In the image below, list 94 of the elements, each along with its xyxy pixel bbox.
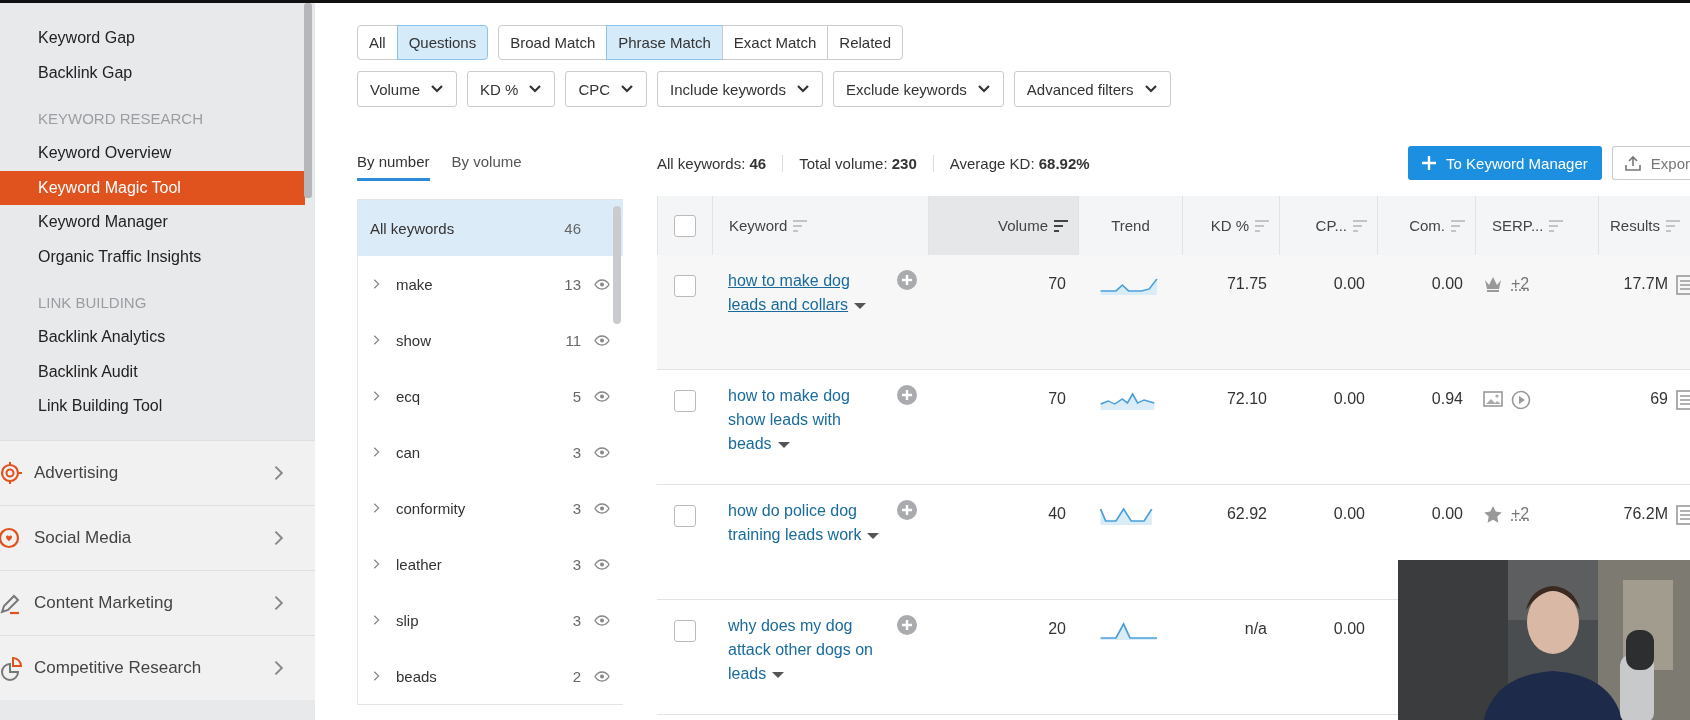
table-cell: 76.2M	[1623, 505, 1668, 523]
scrollbar[interactable]	[304, 3, 312, 198]
nav-item[interactable]: Backlink Gap	[0, 55, 305, 90]
add-icon[interactable]	[896, 384, 918, 406]
sort-icon[interactable]	[1054, 219, 1068, 232]
upload-icon	[1624, 155, 1641, 171]
keyword-link[interactable]: how to make dog show leads with beads	[728, 384, 888, 456]
image-icon	[1483, 390, 1503, 408]
keyword-group[interactable]: All keywords 46	[358, 200, 623, 256]
eye-icon[interactable]	[594, 334, 610, 346]
add-icon[interactable]	[896, 269, 918, 291]
table-cell: 69	[1650, 390, 1668, 408]
add-icon[interactable]	[896, 499, 918, 521]
group-tab[interactable]: By volume	[451, 153, 522, 181]
filter-dropdown[interactable]: Include keywords	[657, 71, 823, 107]
star-icon	[1483, 505, 1503, 524]
play-icon	[1511, 390, 1531, 410]
nav-item[interactable]: Keyword Gap	[0, 21, 305, 56]
stat-text: Total volume: 230	[782, 154, 933, 172]
match-tab[interactable]: Exact Match	[721, 25, 829, 60]
section-heading: LINK BUILDING	[37, 293, 148, 313]
match-tab[interactable]: Related	[827, 25, 904, 60]
caret-icon[interactable]	[777, 440, 790, 449]
eye-icon[interactable]	[594, 278, 610, 290]
table-cell: 70	[1048, 275, 1066, 293]
export-button[interactable]: Expor	[1611, 146, 1690, 180]
table-cell: 0.00	[1333, 275, 1365, 293]
more-features-link[interactable]: +2	[1511, 275, 1530, 293]
pie-chart-icon	[0, 655, 24, 681]
document-icon[interactable]	[1676, 275, 1690, 295]
nav-item[interactable]: Backlink Audit	[0, 354, 305, 389]
keyword-link[interactable]: why does my dog attack other dogs on leads	[728, 614, 888, 686]
match-tab[interactable]: Broad Match	[498, 25, 608, 60]
checkbox[interactable]	[673, 275, 696, 297]
table-cell: 72.10	[1226, 390, 1267, 408]
eye-icon[interactable]	[594, 670, 610, 682]
eye-icon[interactable]	[594, 446, 610, 458]
table-cell: n/a	[1244, 620, 1267, 638]
eye-icon[interactable]	[594, 390, 610, 402]
nav-item[interactable]: Link Building Tool	[0, 389, 305, 424]
caret-icon[interactable]	[867, 531, 880, 540]
checkbox[interactable]	[673, 620, 696, 642]
filter-dropdown[interactable]: Volume	[357, 71, 458, 107]
eye-icon[interactable]	[594, 558, 610, 570]
table-cell: 17.7M	[1623, 275, 1668, 293]
table-cell: 0.00	[1431, 275, 1463, 293]
caret-icon[interactable]	[854, 301, 867, 310]
stat-text: Average KD: 68.92%	[932, 154, 1106, 172]
nav-item[interactable]: Keyword Magic Tool	[0, 170, 305, 205]
nav-item[interactable]: Organic Traffic Insights	[0, 239, 305, 274]
target-icon	[0, 460, 24, 486]
crown-icon	[1483, 275, 1503, 293]
nav-category[interactable]: Content Marketing	[0, 570, 315, 635]
filter-dropdown[interactable]: CPC	[565, 71, 648, 107]
document-icon[interactable]	[1676, 505, 1690, 525]
table-cell: 0.00	[1333, 390, 1365, 408]
table-cell: 20	[1048, 620, 1066, 638]
eye-icon[interactable]	[594, 614, 610, 626]
group-tab[interactable]: By number	[357, 153, 430, 181]
checkbox[interactable]	[674, 214, 696, 237]
checkbox[interactable]	[673, 390, 696, 412]
scrollbar[interactable]	[613, 206, 621, 324]
table-cell: 0.00	[1333, 620, 1365, 638]
keyword-link[interactable]: how to make dog leads and collars	[728, 269, 888, 317]
match-tab[interactable]: Questions	[396, 25, 489, 60]
caret-icon[interactable]	[772, 670, 785, 679]
table-cell: 0.00	[1431, 505, 1463, 523]
more-features-link[interactable]: +2	[1511, 505, 1530, 523]
nav-category[interactable]: Competitive Research	[0, 635, 315, 700]
keyword-link[interactable]: how do police dog training leads work	[728, 499, 888, 547]
table-cell: 71.75	[1226, 275, 1267, 293]
table-cell: 70	[1048, 390, 1066, 408]
nav-category[interactable]: Social Media	[0, 505, 315, 570]
nav-item[interactable]: Backlink Analytics	[0, 320, 305, 355]
filter-dropdown[interactable]: KD %	[467, 71, 556, 107]
match-tab[interactable]: Phrase Match	[606, 25, 723, 60]
table-cell: 40	[1048, 505, 1066, 523]
eye-icon[interactable]	[594, 502, 610, 514]
filter-dropdown[interactable]: Exclude keywords	[832, 71, 1004, 107]
section-heading: KEYWORD RESEARCH	[37, 109, 205, 129]
column-header[interactable]: Volume	[928, 196, 1078, 255]
checkbox[interactable]	[673, 505, 696, 527]
stat-text: All keywords: 46	[657, 154, 768, 172]
table-cell: 0.94	[1431, 390, 1463, 408]
filter-dropdown[interactable]: Advanced filters	[1013, 71, 1171, 107]
nav-item[interactable]: Keyword Manager	[0, 205, 305, 240]
table-cell: 0.00	[1333, 505, 1365, 523]
document-icon[interactable]	[1676, 390, 1690, 410]
plus-icon	[1422, 156, 1437, 170]
nav-item[interactable]: Keyword Overview	[0, 136, 305, 171]
table-cell: 62.92	[1226, 505, 1267, 523]
add-icon[interactable]	[896, 614, 918, 636]
nav-category[interactable]: Advertising	[0, 440, 315, 505]
match-tab[interactable]: All	[357, 25, 398, 60]
